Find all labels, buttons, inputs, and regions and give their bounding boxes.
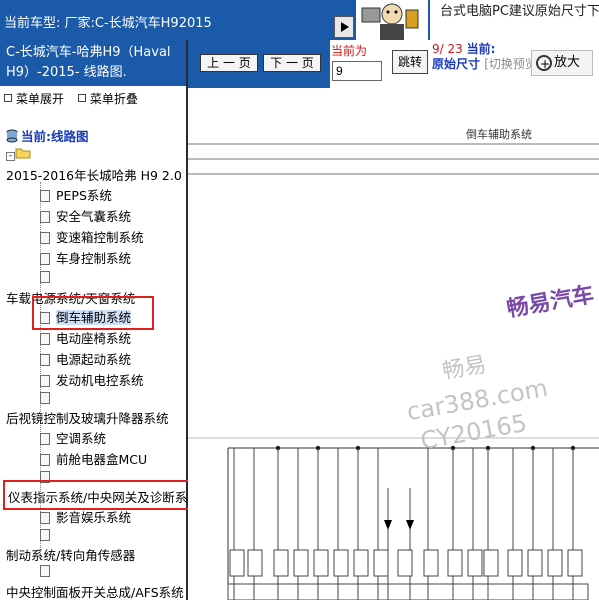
tree-item[interactable] <box>40 527 56 542</box>
tree-item[interactable]: PEPS系统 <box>40 185 112 204</box>
page-input[interactable] <box>332 61 382 81</box>
diagram-canvas: 倒车辅助系统 畅易汽车 畅易 car388.com CY20165 <box>188 88 599 600</box>
document-icon <box>40 333 50 345</box>
document-icon <box>40 375 50 387</box>
document-icon <box>40 512 50 524</box>
highlight-box <box>3 480 195 510</box>
document-icon <box>40 354 50 366</box>
document-icon <box>40 529 50 541</box>
tree-item[interactable]: 空调系统 <box>40 428 106 447</box>
tree-item[interactable]: 电动座椅系统 <box>40 328 131 347</box>
tree-root-toggle[interactable]: - <box>6 146 31 161</box>
current-label: 当前为 <box>331 44 368 58</box>
prev-page-button[interactable]: 上 一 页 <box>200 54 258 72</box>
sidebar-title: C-长城汽车-哈弗H9（Haval H9）-2015- 线路图. <box>0 40 186 86</box>
document-icon <box>40 253 50 265</box>
collapse-icon <box>77 94 86 102</box>
tree-root[interactable]: 2015-2016年长城哈弗 H9 2.0 <box>6 165 182 184</box>
expand-icon <box>4 94 12 102</box>
tree-group[interactable]: 中央控制面板开关总成/AFS系统 <box>6 582 184 600</box>
next-page-button[interactable]: 下 一 页 <box>263 54 321 72</box>
mascot-icon <box>356 0 428 40</box>
tree-item[interactable] <box>40 563 56 578</box>
tree-item[interactable]: 发动机电控系统 <box>40 370 144 389</box>
menu-controls: 菜单展开 菜单折叠 <box>4 90 148 107</box>
document-icon <box>40 565 50 577</box>
menu-expand-button[interactable]: 菜单展开 <box>4 92 64 106</box>
document-icon <box>40 392 50 404</box>
tree-group[interactable]: 制动系统/转向角传感器 <box>6 545 135 564</box>
vehicle-label: 当前车型: 厂家:C-长城汽车H92015 <box>4 16 212 31</box>
tree-item[interactable]: 安全气囊系统 <box>40 206 131 225</box>
document-icon <box>40 454 50 466</box>
tree-item[interactable]: 车身控制系统 <box>40 248 131 267</box>
notice-banner: 台式电脑PC建议原始尺寸下 <box>428 0 599 40</box>
app-window: 当前车型: 厂家:C-长城汽车H92015 台式电脑PC建议原始尺寸下 C-长城… <box>0 0 599 600</box>
top-bar: 当前车型: 厂家:C-长城汽车H92015 台式电脑PC建议原始尺寸下 <box>0 0 599 40</box>
document-icon <box>40 190 50 202</box>
toolbar: 上 一 页 下 一 页 当前为 跳转 9/ 23 当前: 原始尺寸 [切换预览尺… <box>188 40 599 88</box>
document-icon <box>40 271 50 283</box>
folder-icon <box>15 148 31 159</box>
diagram-title: 倒车辅助系统 <box>466 128 532 141</box>
tree-group[interactable]: 后视镜控制及玻璃升降器系统 <box>6 408 169 427</box>
play-icon[interactable] <box>334 16 354 38</box>
menu-collapse-button[interactable]: 菜单折叠 <box>77 92 138 106</box>
wiring-diagram <box>188 143 599 600</box>
tree-current[interactable]: 当前:线路图 <box>6 126 89 145</box>
tree-item[interactable]: 电源起动系统 <box>40 349 131 368</box>
database-icon <box>6 129 18 143</box>
notice-text: 台式电脑PC建议原始尺寸下 <box>440 4 599 19</box>
zoom-in-button[interactable]: 放大 <box>531 50 593 76</box>
jump-button[interactable]: 跳转 <box>392 50 428 74</box>
tree-item[interactable] <box>40 269 56 284</box>
tree-item[interactable]: 变速箱控制系统 <box>40 227 144 246</box>
document-icon <box>40 433 50 445</box>
document-icon <box>40 211 50 223</box>
tree-item[interactable]: 前舱电器盒MCU <box>40 449 147 468</box>
highlight-box <box>32 296 154 330</box>
zoom-in-icon <box>536 52 552 76</box>
tree-item[interactable] <box>40 390 56 405</box>
document-icon <box>40 232 50 244</box>
